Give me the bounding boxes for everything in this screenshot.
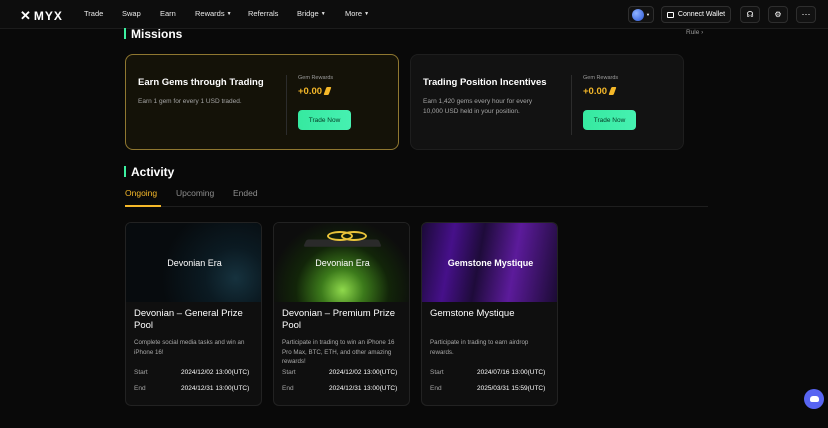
chevron-down-icon: ▼ <box>646 12 650 17</box>
top-nav: ✕ MYX Trade Swap Earn Rewards ▼ Referrals… <box>0 0 828 29</box>
activity-banner-image: Devonian Era <box>274 223 409 302</box>
activity-card[interactable]: Devonian Era Devonian – Premium Prize Po… <box>273 222 410 406</box>
mission-title: Trading Position Incentives <box>423 77 547 88</box>
activity-banner-image: Gemstone Mystique <box>422 223 557 302</box>
settings-button[interactable]: ⚙ <box>768 6 788 23</box>
banner-text: Gemstone Mystique <box>447 257 534 268</box>
gem-rewards-value: +0.00 <box>583 86 617 97</box>
end-row: End 2024/12/31 13:00(UTC) <box>282 385 398 392</box>
activity-title: Gemstone Mystique <box>430 308 515 319</box>
activity-title: Devonian – Premium Prize Pool <box>282 308 395 331</box>
mission-description: Earn 1,420 gems every hour for every 10,… <box>423 98 533 115</box>
banner-text: Devonian Era <box>315 257 370 268</box>
mission-card: Earn Gems through Trading Earn 1 gem for… <box>125 54 399 150</box>
section-accent-bar <box>124 166 126 177</box>
activity-title: Activity <box>131 165 175 179</box>
end-row: End 2025/03/31 15:59(UTC) <box>430 385 546 392</box>
activity-card[interactable]: Devonian Era Devonian – General Prize Po… <box>125 222 262 406</box>
active-tab-underline <box>125 205 161 207</box>
nav-item-swap[interactable]: Swap <box>122 9 141 18</box>
chevron-down-icon: ▼ <box>226 11 232 18</box>
section-accent-bar <box>124 28 126 39</box>
divider <box>571 75 572 135</box>
logo-text: MYX <box>33 9 63 23</box>
mission-title: Earn Gems through Trading <box>138 77 264 88</box>
connect-wallet-label: Connect Wallet <box>677 11 726 18</box>
activity-description: Participate in trading to win an iPhone … <box>282 339 395 365</box>
trade-now-button[interactable]: Trade Now <box>583 110 636 130</box>
mission-description: Earn 1 gem for every 1 USD traded. <box>138 98 242 105</box>
discord-icon <box>809 396 819 402</box>
rule-link[interactable]: Rule › <box>686 29 703 36</box>
banner-text: Devonian Era <box>167 257 222 268</box>
tab-upcoming[interactable]: Upcoming <box>176 188 214 198</box>
gem-icon <box>608 87 617 96</box>
ellipsis-icon: ⋯ <box>801 9 811 19</box>
network-selector[interactable]: ▼ <box>628 6 654 23</box>
gear-icon: ⚙ <box>774 10 782 19</box>
gem-rewards-label: Gem Rewards <box>583 75 619 81</box>
discord-button[interactable] <box>804 389 824 409</box>
gem-rewards-value: +0.00 <box>298 86 332 97</box>
missions-title: Missions <box>131 27 183 41</box>
gem-icon <box>323 87 332 96</box>
support-button[interactable]: ☊ <box>740 6 760 23</box>
activity-description: Complete social media tasks and win an i… <box>134 339 245 356</box>
end-row: End 2024/12/31 13:00(UTC) <box>134 385 250 392</box>
mission-card: Trading Position Incentives Earn 1,420 g… <box>410 54 684 150</box>
nav-item-more[interactable]: More ▼ <box>345 9 369 18</box>
nav-item-referrals[interactable]: Referrals <box>248 9 278 18</box>
tab-divider <box>125 206 708 207</box>
activity-card[interactable]: Gemstone Mystique Gemstone Mystique Part… <box>421 222 558 406</box>
start-row: Start 2024/07/16 13:00(UTC) <box>430 369 546 376</box>
headset-icon: ☊ <box>746 10 754 19</box>
activity-title: Devonian – General Prize Pool <box>134 308 243 331</box>
myx-logo[interactable]: ✕ MYX <box>20 8 63 24</box>
nav-item-trade[interactable]: Trade <box>84 9 103 18</box>
activity-description: Participate in trading to earn airdrop r… <box>430 339 529 356</box>
start-row: Start 2024/12/02 13:00(UTC) <box>282 369 398 376</box>
tab-ongoing[interactable]: Ongoing <box>125 188 157 198</box>
trade-now-button[interactable]: Trade Now <box>298 110 351 130</box>
connect-wallet-button[interactable]: Connect Wallet <box>661 6 731 23</box>
x-logo-icon: ✕ <box>20 8 32 23</box>
tab-ended[interactable]: Ended <box>233 188 258 198</box>
chevron-down-icon: ▼ <box>320 11 326 18</box>
chevron-down-icon: ▼ <box>364 11 370 18</box>
wallet-icon <box>666 11 674 18</box>
divider <box>286 75 287 135</box>
start-row: Start 2024/12/02 13:00(UTC) <box>134 369 250 376</box>
gem-rewards-label: Gem Rewards <box>298 75 334 81</box>
network-globe-icon <box>632 8 645 21</box>
nav-item-rewards[interactable]: Rewards ▼ <box>195 9 232 18</box>
more-menu-button[interactable]: ⋯ <box>796 6 816 23</box>
nav-item-bridge[interactable]: Bridge ▼ <box>297 9 326 18</box>
ribbon-bow <box>341 231 367 241</box>
activity-banner-image: Devonian Era <box>126 223 261 302</box>
nav-item-earn[interactable]: Earn <box>160 9 176 18</box>
